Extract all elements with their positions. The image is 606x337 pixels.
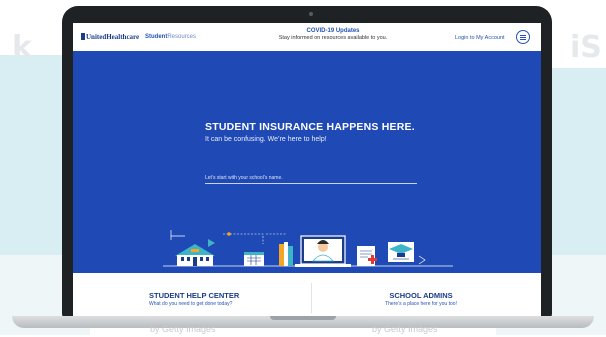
bottom-cards: STUDENT HELP CENTER What do you need to … bbox=[73, 273, 541, 318]
hero-subheadline: It can be confusing. We’re here to help! bbox=[205, 136, 327, 143]
laptop-notch bbox=[270, 316, 336, 320]
login-link[interactable]: Login to My Account bbox=[455, 35, 505, 41]
covid-subtitle: Stay informed on resources available to … bbox=[278, 35, 388, 41]
doctor-video-call-icon bbox=[295, 235, 351, 267]
student-resources-brand[interactable]: StudentResources bbox=[145, 34, 196, 40]
menu-button[interactable] bbox=[516, 30, 530, 44]
covid-banner[interactable]: COVID-19 Updates Stay informed on resour… bbox=[258, 28, 408, 41]
student-help-center-card[interactable]: STUDENT HELP CENTER What do you need to … bbox=[149, 291, 239, 307]
card-divider bbox=[311, 283, 312, 313]
student-illustration bbox=[163, 230, 453, 267]
school-admins-subtitle: There’s a place here for you too! bbox=[385, 301, 457, 307]
brand-bold: Student bbox=[145, 34, 168, 40]
school-admins-card[interactable]: SCHOOL ADMINS There’s a place here for y… bbox=[369, 291, 473, 307]
watermark-text-right: by Getty Images bbox=[372, 324, 438, 334]
books-icon bbox=[279, 242, 293, 266]
school-search-input[interactable] bbox=[205, 172, 417, 184]
hero-headline: STUDENT INSURANCE HAPPENS HERE. bbox=[205, 121, 415, 133]
calendar-icon bbox=[244, 252, 264, 266]
camera-icon bbox=[309, 12, 313, 16]
unitedhealthcare-logo[interactable]: UnitedHealthcare bbox=[81, 33, 139, 41]
student-help-center-subtitle: What do you need to get done today? bbox=[149, 301, 233, 307]
school-building-icon bbox=[175, 244, 215, 266]
school-admins-title[interactable]: SCHOOL ADMINS bbox=[369, 291, 473, 300]
brand-light: Resources bbox=[167, 34, 197, 40]
watermark-letters-right: iS bbox=[570, 30, 602, 65]
laptop-screen: UnitedHealthcare StudentResources COVID-… bbox=[73, 23, 541, 318]
watermark-text-left: by Getty Images bbox=[150, 324, 216, 334]
hero-section: STUDENT INSURANCE HAPPENS HERE. It can b… bbox=[73, 51, 541, 273]
covid-title[interactable]: COVID-19 Updates bbox=[258, 28, 408, 34]
student-help-center-title[interactable]: STUDENT HELP CENTER bbox=[149, 291, 239, 300]
logo-shield-icon bbox=[81, 33, 85, 40]
site-header: UnitedHealthcare StudentResources COVID-… bbox=[73, 23, 541, 51]
hamburger-icon bbox=[520, 34, 526, 36]
watermark-letters-left: k bbox=[12, 30, 32, 65]
graduation-cap-icon bbox=[388, 242, 414, 262]
logo-text: UnitedHealthcare bbox=[86, 33, 140, 41]
medical-clipboard-icon bbox=[357, 246, 377, 266]
